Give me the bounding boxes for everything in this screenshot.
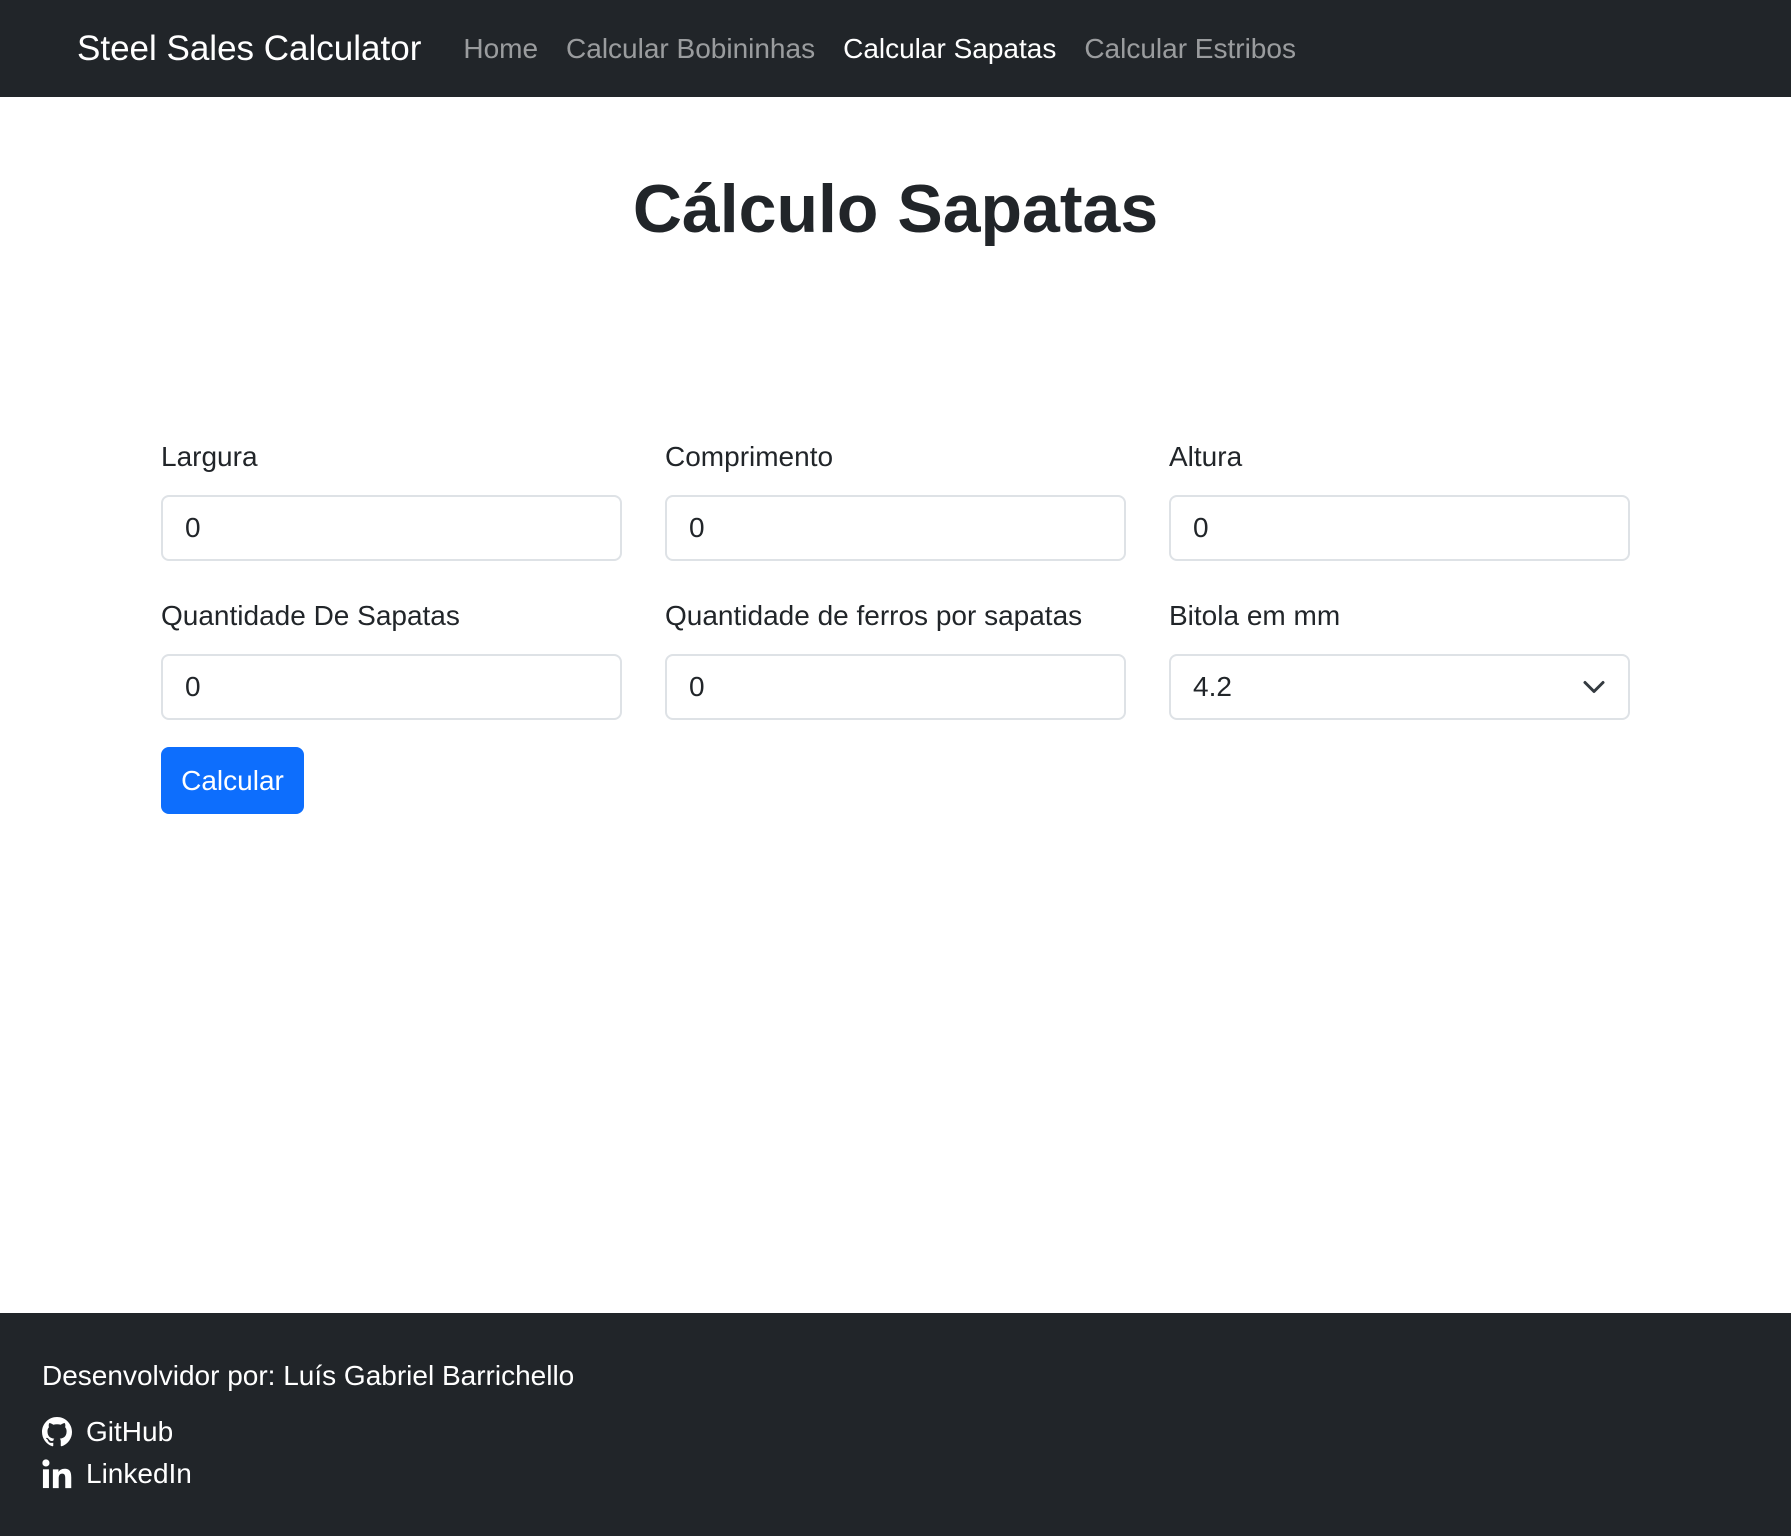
form-row-2: Quantidade De Sapatas Quantidade de ferr… <box>161 599 1630 720</box>
bitola-group: Bitola em mm 4.2 <box>1169 599 1630 720</box>
quantidade-ferros-group: Quantidade de ferros por sapatas <box>665 599 1126 720</box>
largura-label: Largura <box>161 441 258 472</box>
quantidade-sapatas-input[interactable] <box>161 654 622 720</box>
brand-link[interactable]: Steel Sales Calculator <box>77 29 421 69</box>
calcular-button[interactable]: Calcular <box>161 747 304 814</box>
quantidade-sapatas-group: Quantidade De Sapatas <box>161 599 622 720</box>
largura-input[interactable] <box>161 495 622 561</box>
sapatas-form: Largura Comprimento Altura Quantidade De… <box>161 440 1630 814</box>
quantidade-sapatas-label: Quantidade De Sapatas <box>161 600 460 631</box>
bitola-label: Bitola em mm <box>1169 600 1341 631</box>
linkedin-link[interactable]: LinkedIn <box>42 1458 192 1490</box>
developer-credit: Desenvolvidor por: Luís Gabriel Barriche… <box>42 1360 575 1391</box>
page-title: Cálculo Sapatas <box>632 171 1159 247</box>
nav-link-home[interactable]: Home <box>463 33 538 65</box>
altura-input[interactable] <box>1169 495 1630 561</box>
altura-group: Altura <box>1169 440 1630 561</box>
quantidade-ferros-label: Quantidade de ferros por sapatas <box>665 600 1083 631</box>
largura-group: Largura <box>161 440 622 561</box>
github-link[interactable]: GitHub <box>42 1416 173 1448</box>
nav-link-calcular-sapatas[interactable]: Calcular Sapatas <box>843 33 1056 65</box>
altura-label: Altura <box>1169 441 1243 472</box>
linkedin-icon <box>42 1459 72 1489</box>
footer: Desenvolvidor por: Luís Gabriel Barriche… <box>0 1313 1791 1536</box>
comprimento-group: Comprimento <box>665 440 1126 561</box>
nav-link-calcular-estribos[interactable]: Calcular Estribos <box>1084 33 1296 65</box>
github-label: GitHub <box>86 1416 174 1447</box>
comprimento-label: Comprimento <box>665 441 834 472</box>
linkedin-label: LinkedIn <box>86 1458 192 1489</box>
quantidade-ferros-input[interactable] <box>665 654 1126 720</box>
nav-link-calcular-bobininhas[interactable]: Calcular Bobininhas <box>566 33 815 65</box>
bitola-select[interactable]: 4.2 <box>1169 654 1630 720</box>
bitola-selected-value: 4.2 <box>1193 671 1232 702</box>
form-row-1: Largura Comprimento Altura <box>161 440 1630 561</box>
chevron-down-icon <box>1583 681 1605 693</box>
navbar: Steel Sales Calculator Home Calcular Bob… <box>0 0 1791 97</box>
github-icon <box>42 1417 72 1447</box>
comprimento-input[interactable] <box>665 495 1126 561</box>
